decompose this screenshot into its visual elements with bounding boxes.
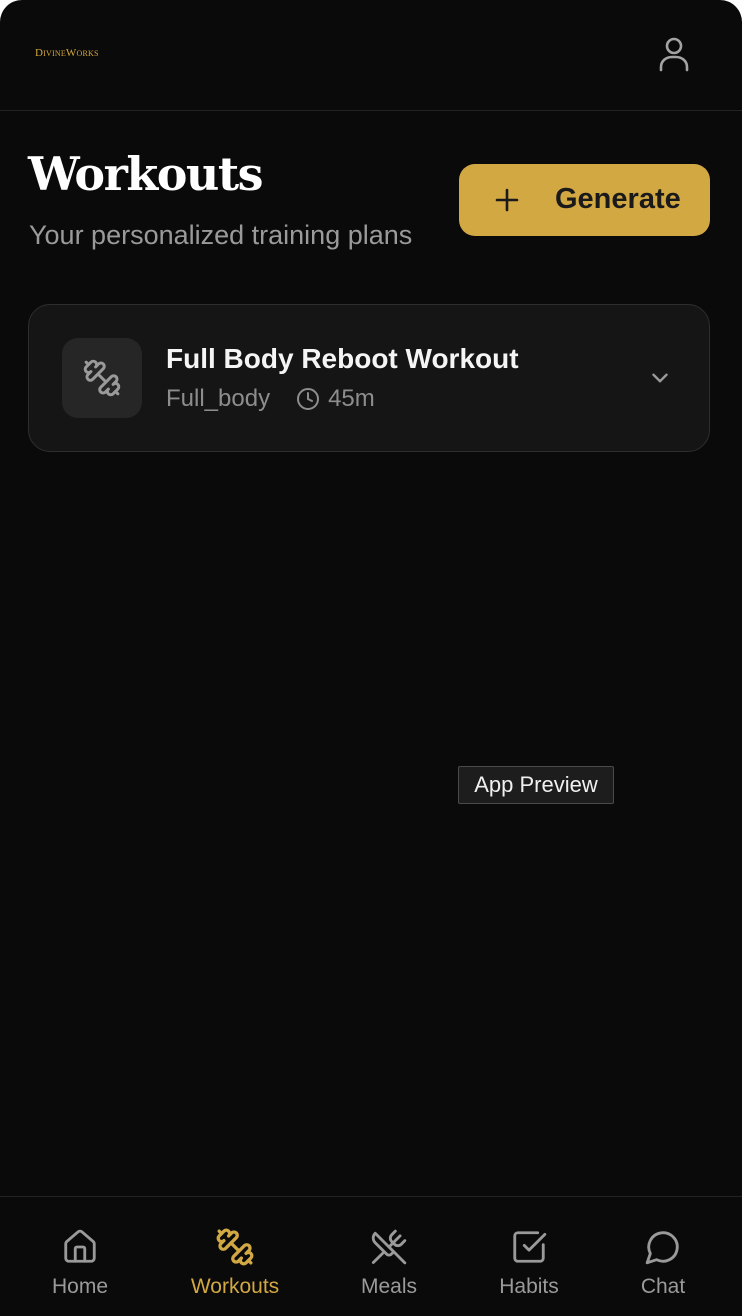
top-bar: DivineWorks [0, 0, 742, 111]
workout-card[interactable]: Full Body Reboot Workout Full_body 45m [28, 304, 710, 452]
nav-label-meals: Meals [360, 1275, 418, 1298]
nav-item-home[interactable]: Home [40, 1197, 120, 1316]
generate-button-label: Generate [555, 183, 681, 215]
nav-label-chat: Chat [640, 1275, 686, 1298]
nav-label-habits: Habits [499, 1275, 559, 1298]
nav-item-meals[interactable]: Meals [349, 1197, 429, 1316]
page-title: Workouts [28, 147, 263, 201]
workout-category: Full_body [166, 385, 271, 412]
workout-card-icon-box [62, 338, 142, 418]
profile-button[interactable] [652, 32, 696, 76]
app-preview-tooltip: App Preview [458, 766, 614, 804]
nav-label-home: Home [51, 1275, 109, 1298]
chevron-down-icon[interactable] [647, 365, 673, 391]
nav-item-habits[interactable]: Habits [489, 1197, 569, 1316]
plus-icon [495, 188, 519, 212]
workout-meta: Full_body 45m [166, 385, 375, 413]
home-icon [60, 1227, 100, 1267]
workout-duration: 45m [328, 385, 375, 412]
generate-button[interactable]: Generate [459, 164, 710, 236]
dumbbell-icon [215, 1227, 255, 1267]
app-screen: DivineWorks Workouts Your personalized t… [0, 0, 742, 1316]
clock-icon [296, 387, 320, 411]
dumbbell-icon [83, 359, 121, 397]
nav-item-chat[interactable]: Chat [623, 1197, 703, 1316]
app-logo[interactable]: DivineWorks [35, 47, 99, 59]
chat-bubble-icon [643, 1227, 683, 1267]
user-icon [659, 37, 689, 72]
utensils-crossed-icon [369, 1227, 409, 1267]
nav-item-workouts[interactable]: Workouts [180, 1197, 290, 1316]
page-subtitle: Your personalized training plans [29, 220, 413, 250]
checkbox-icon [509, 1227, 549, 1267]
nav-label-workouts: Workouts [190, 1275, 280, 1298]
bottom-nav: Home Workouts Meals Habits Chat [0, 1196, 742, 1316]
workout-title: Full Body Reboot Workout [166, 343, 519, 374]
